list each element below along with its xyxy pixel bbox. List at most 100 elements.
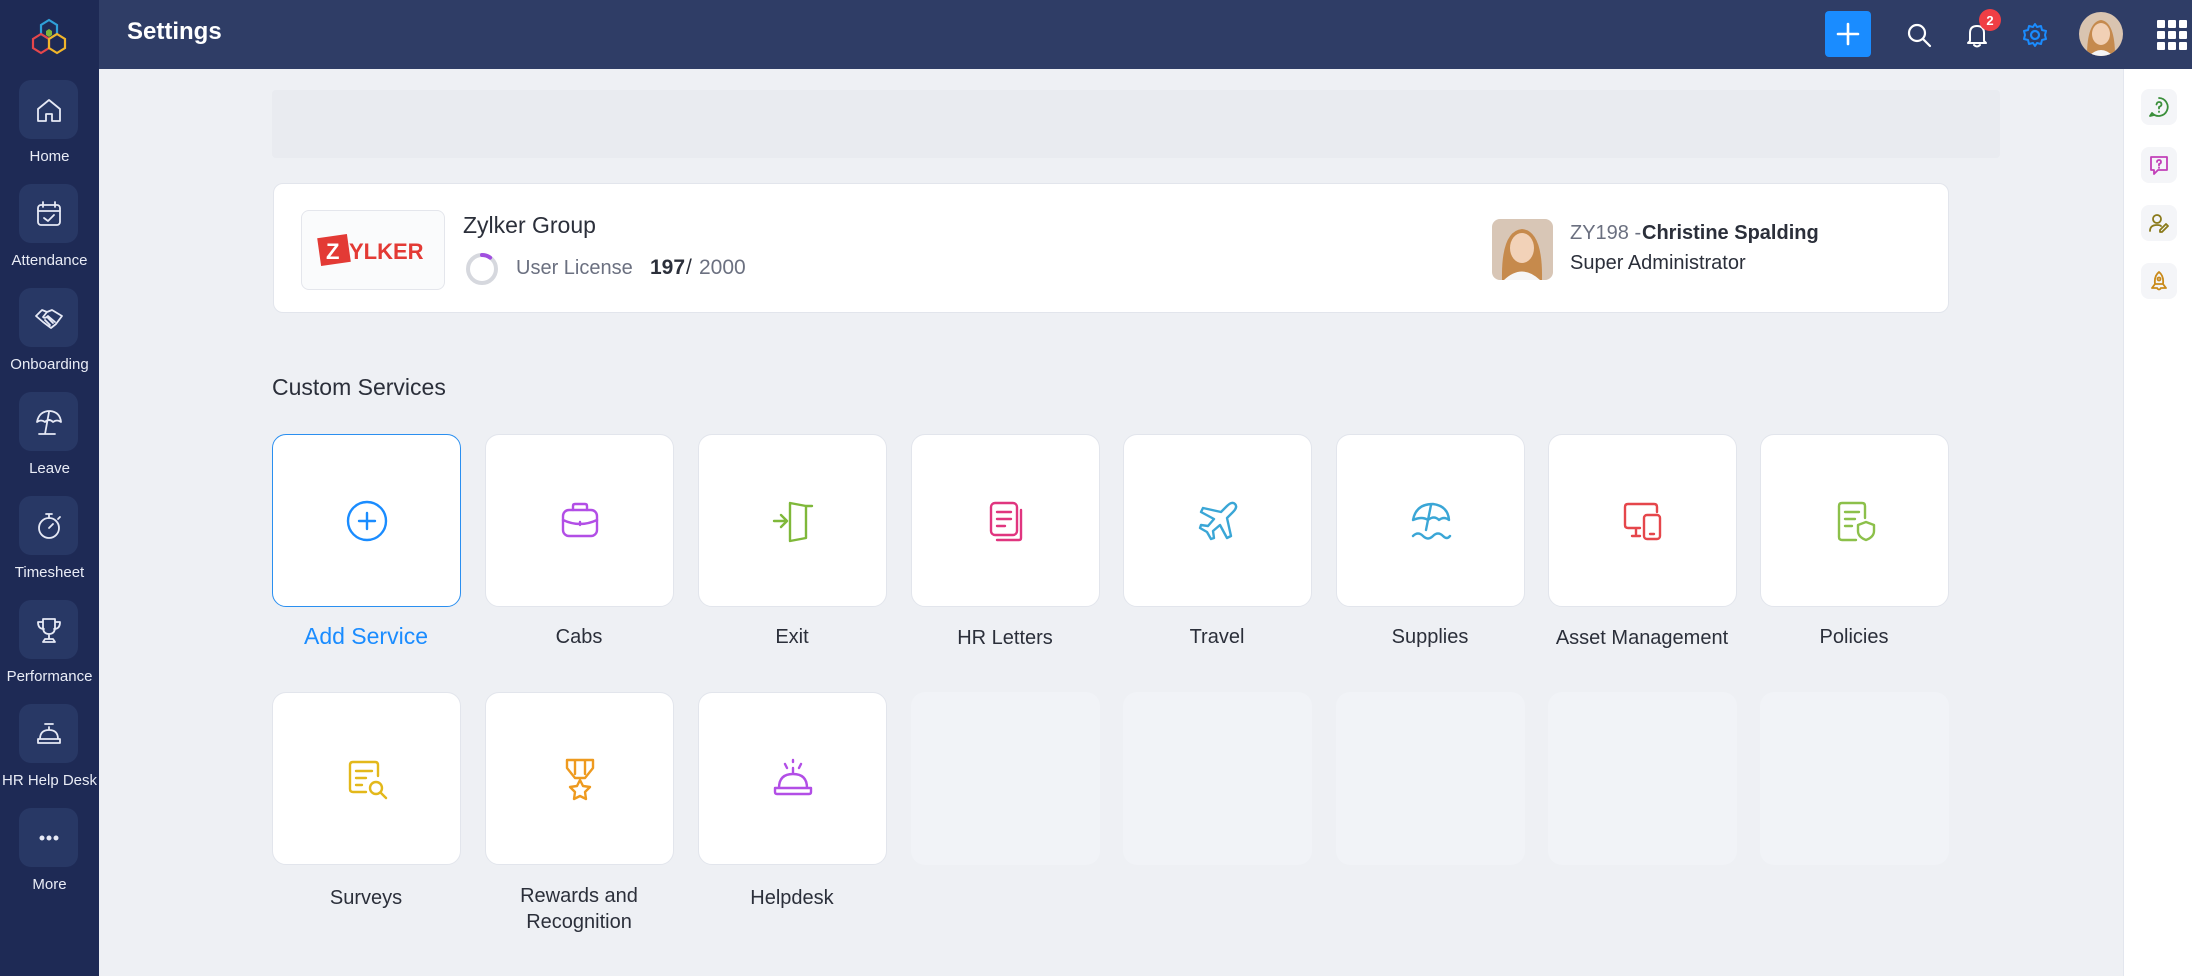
- empty-service-slot: [1336, 692, 1525, 865]
- license-used-count: 197: [650, 256, 686, 279]
- sidebar-item-label: More: [32, 876, 67, 893]
- org-logo: Z YLKER: [301, 210, 445, 290]
- empty-service-slot: [1548, 692, 1737, 865]
- service-label[interactable]: Add Service: [260, 623, 472, 649]
- devices-icon: [1623, 502, 1661, 540]
- page-title: Settings: [127, 18, 222, 45]
- help-button[interactable]: [2141, 89, 2177, 125]
- launch-button[interactable]: [2141, 263, 2177, 299]
- top-bar: Settings 2: [99, 0, 2192, 69]
- sidebar-item-timesheet[interactable]: Timesheet: [0, 496, 99, 600]
- plus-icon: [1836, 22, 1860, 46]
- sidebar-item-attendance[interactable]: Attendance: [0, 184, 99, 288]
- section-title-custom-services: Custom Services: [272, 374, 446, 400]
- search-icon: [1907, 23, 1932, 47]
- service-tile-cabs[interactable]: [485, 434, 674, 607]
- license-usage-ring: [466, 253, 498, 285]
- service-tile-travel[interactable]: [1123, 434, 1312, 607]
- stopwatch-icon: [19, 496, 78, 555]
- license-separator: /: [686, 256, 692, 279]
- quick-add-button[interactable]: [1825, 11, 1871, 57]
- umbrella-icon: [19, 392, 78, 451]
- sidebar-item-leave[interactable]: Leave: [0, 392, 99, 496]
- org-name: Zylker Group: [463, 212, 596, 238]
- service-tile-helpdesk[interactable]: [698, 692, 887, 865]
- exit-door-icon: [772, 501, 813, 542]
- right-rail: [2123, 69, 2192, 976]
- admin-avatar: [1492, 219, 1553, 280]
- search-button[interactable]: [1894, 0, 1944, 69]
- notification-count-badge: 2: [1979, 9, 2001, 31]
- svg-text:YLKER: YLKER: [349, 239, 424, 264]
- admin-role: Super Administrator: [1570, 252, 1746, 274]
- sidebar-item-onboarding[interactable]: Onboarding: [0, 288, 99, 392]
- medal-icon: [565, 758, 594, 800]
- service-tile-supplies[interactable]: [1336, 434, 1525, 607]
- service-label: Policies: [1819, 626, 1889, 648]
- svg-text:Z: Z: [326, 239, 339, 264]
- gear-icon: [2023, 22, 2047, 47]
- sidebar-item-label: Home: [29, 148, 70, 165]
- user-avatar[interactable]: [2079, 12, 2123, 56]
- license-total-count: 2000: [699, 256, 746, 279]
- service-label: Surveys: [329, 887, 403, 909]
- calendar-check-icon: [19, 184, 78, 243]
- service-label: Supplies: [1391, 626, 1469, 648]
- help-circle-icon: [2149, 97, 2169, 117]
- service-tile-surveys[interactable]: [272, 692, 461, 865]
- empty-service-slot: [1123, 692, 1312, 865]
- beach-umbrella-icon: [1411, 502, 1451, 540]
- admin-employee-id: ZY198 -: [1570, 222, 1642, 244]
- sidebar-item-label: Performance: [6, 668, 93, 685]
- airplane-icon: [1198, 501, 1237, 540]
- documents-icon: [989, 501, 1022, 541]
- briefcase-icon: [561, 502, 598, 537]
- survey-icon: [348, 760, 387, 799]
- admin-name: Christine Spalding: [1642, 222, 1819, 244]
- faq-button[interactable]: [2141, 147, 2177, 183]
- more-icon: [19, 808, 78, 867]
- service-tile-policies[interactable]: [1760, 434, 1949, 607]
- service-tile-rewards-and-recognition[interactable]: [485, 692, 674, 865]
- service-label: Rewards and Recognition: [520, 885, 638, 933]
- chat-question-icon: [2150, 156, 2168, 175]
- sidebar-item-label: HR Help Desk: [1, 772, 98, 789]
- rocket-icon: [2151, 271, 2167, 291]
- sidebar-item-hr-help-desk[interactable]: HR Help Desk: [0, 704, 99, 808]
- policy-shield-icon: [1837, 501, 1875, 541]
- handshake-icon: [19, 288, 78, 347]
- sidebar-item-label: Leave: [29, 460, 70, 477]
- sidebar-item-more[interactable]: More: [0, 808, 99, 912]
- service-tile-asset-management[interactable]: [1548, 434, 1737, 607]
- app-logo-icon[interactable]: [27, 15, 71, 59]
- user-edit-icon: [2149, 214, 2169, 233]
- service-tile-add-service[interactable]: [272, 434, 461, 607]
- zylker-logo-icon: Z YLKER: [317, 234, 424, 266]
- sidebar-item-label: Timesheet: [14, 564, 85, 581]
- trophy-icon: [19, 600, 78, 659]
- sidebar-item-home[interactable]: Home: [0, 80, 99, 184]
- service-tile-hr-letters[interactable]: [911, 434, 1100, 607]
- service-tile-exit[interactable]: [698, 434, 887, 607]
- sidebar-item-label: Onboarding: [10, 356, 89, 373]
- user-settings-button[interactable]: [2141, 205, 2177, 241]
- organization-card: Z YLKER Zylker Group User License 197 / …: [273, 183, 1949, 313]
- home-icon: [19, 80, 78, 139]
- service-bell-icon: [773, 758, 812, 795]
- left-sidebar: Home Attendance Onboarding Leave Timeshe…: [0, 0, 99, 976]
- empty-service-slot: [911, 692, 1100, 865]
- add-circle-icon: [346, 500, 387, 541]
- service-label: Exit: [775, 626, 809, 648]
- service-label: Cabs: [555, 626, 603, 648]
- license-label: User License: [516, 257, 633, 279]
- announcement-strip: [272, 90, 2000, 158]
- service-label: HR Letters: [957, 627, 1053, 649]
- service-label: Asset Management: [1555, 627, 1729, 649]
- settings-button[interactable]: [2010, 0, 2060, 69]
- empty-service-slot: [1760, 692, 1949, 865]
- service-label: Travel: [1189, 626, 1245, 648]
- helpdesk-icon: [19, 704, 78, 763]
- sidebar-item-label: Attendance: [11, 252, 88, 269]
- app-launcher-grid-icon[interactable]: [2157, 20, 2187, 50]
- sidebar-item-performance[interactable]: Performance: [0, 600, 99, 704]
